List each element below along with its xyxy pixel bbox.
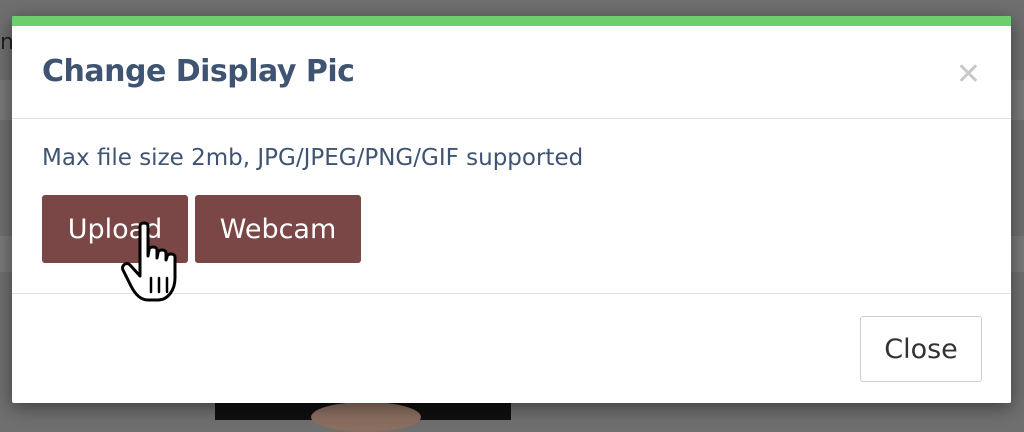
change-display-pic-modal: Change Display Pic ✕ Max file size 2mb, … [12, 16, 1011, 403]
upload-button[interactable]: Upload [42, 195, 188, 263]
close-icon[interactable]: ✕ [956, 60, 981, 90]
modal-body: Max file size 2mb, JPG/JPEG/PNG/GIF supp… [12, 119, 1011, 294]
modal-header: Change Display Pic ✕ [12, 26, 1011, 119]
file-requirements-text: Max file size 2mb, JPG/JPEG/PNG/GIF supp… [42, 145, 584, 171]
modal-title: Change Display Pic [42, 54, 355, 89]
close-button[interactable]: Close [860, 316, 982, 382]
background-photo-face [311, 402, 421, 432]
background-profile-photo [215, 400, 511, 432]
webcam-button[interactable]: Webcam [195, 195, 361, 263]
modal-accent-bar [12, 16, 1011, 26]
